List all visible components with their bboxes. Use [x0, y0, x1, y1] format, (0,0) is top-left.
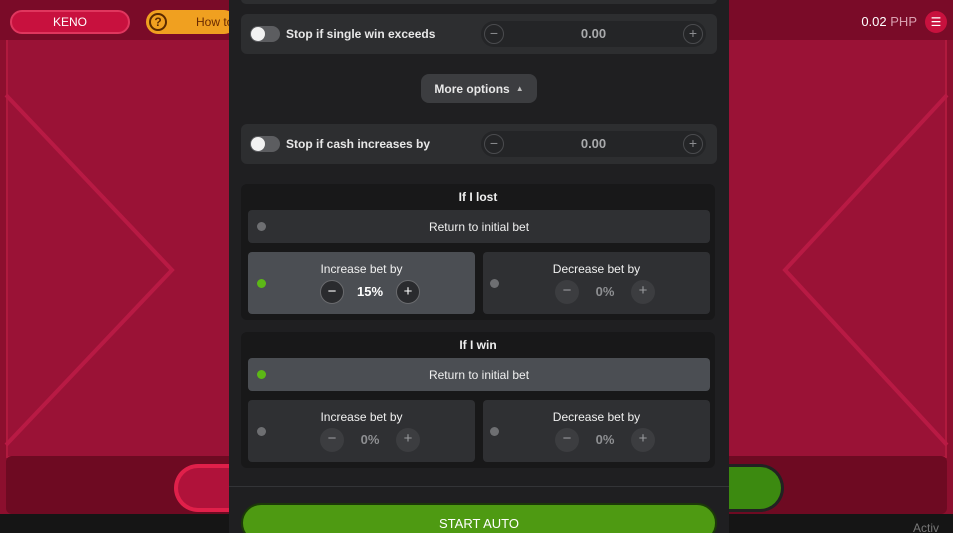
bet-button[interactable] [174, 464, 234, 512]
if-lost-section: If I lost Return to initial bet Increase… [241, 184, 715, 320]
if-win-decrease-stepper: − 0% + [555, 428, 655, 452]
if-lost-increase-option[interactable]: Increase bet by − 15% + [248, 252, 475, 314]
hamburger-icon: ☰ [930, 15, 942, 29]
if-win-increase-value[interactable]: 0% [346, 428, 394, 452]
balance-display: 0.02 PHP [861, 14, 917, 29]
divider [229, 486, 729, 487]
radio-dot [490, 279, 499, 288]
stop-cash-increase-value[interactable]: 0.00 [511, 131, 676, 157]
radio-dot [257, 427, 266, 436]
stop-single-win-toggle[interactable] [250, 26, 280, 42]
if-lost-return-label: Return to initial bet [428, 220, 530, 234]
decrease-icon[interactable]: − [320, 280, 344, 304]
auto-play-panel: Stop if single win exceeds − 0.00 + More… [229, 0, 729, 533]
if-lost-return-option[interactable]: Return to initial bet [248, 210, 710, 243]
increase-icon[interactable]: + [631, 428, 655, 452]
increase-icon[interactable]: + [631, 280, 655, 304]
if-lost-increase-value[interactable]: 15% [346, 280, 394, 304]
stop-single-win-label: Stop if single win exceeds [286, 27, 436, 41]
if-win-increase-label: Increase bet by [320, 410, 403, 424]
decrease-icon[interactable]: − [484, 24, 504, 44]
menu-button[interactable]: ☰ [925, 11, 947, 33]
balance-amount: 0.02 [861, 14, 887, 29]
if-win-section: If I win Return to initial bet Increase … [241, 332, 715, 468]
if-lost-title: If I lost [458, 190, 498, 204]
if-lost-decrease-option[interactable]: Decrease bet by − 0% + [483, 252, 710, 314]
if-lost-decrease-stepper: − 0% + [555, 280, 655, 304]
stop-single-win-stepper: − 0.00 + [481, 21, 706, 47]
increase-icon[interactable]: + [683, 24, 703, 44]
if-win-increase-stepper: − 0% + [320, 428, 420, 452]
start-auto-button[interactable]: START AUTO [241, 503, 717, 533]
if-lost-decrease-label: Decrease bet by [552, 262, 641, 276]
if-win-increase-option[interactable]: Increase bet by − 0% + [248, 400, 475, 462]
watermark: Activ [912, 521, 939, 533]
if-lost-increase-stepper: − 15% + [320, 280, 420, 304]
more-options-label: More options [434, 82, 510, 96]
stop-cash-increase-toggle[interactable] [250, 136, 280, 152]
stop-cash-increase-row: Stop if cash increases by − 0.00 + [241, 124, 717, 164]
if-win-decrease-value[interactable]: 0% [581, 428, 629, 452]
radio-dot [490, 427, 499, 436]
decrease-icon[interactable]: − [320, 428, 344, 452]
decrease-icon[interactable]: − [555, 280, 579, 304]
decrease-icon[interactable]: − [555, 428, 579, 452]
radio-dot-selected [257, 279, 266, 288]
previous-option-card [241, 0, 717, 4]
caret-up-icon: ▲ [515, 84, 524, 93]
increase-icon[interactable]: + [683, 134, 703, 154]
help-icon[interactable]: ? [149, 13, 167, 31]
if-win-decrease-option[interactable]: Decrease bet by − 0% + [483, 400, 710, 462]
balance-currency: PHP [890, 14, 917, 29]
increase-icon[interactable]: + [396, 280, 420, 304]
if-lost-decrease-value[interactable]: 0% [581, 280, 629, 304]
if-win-decrease-label: Decrease bet by [552, 410, 641, 424]
more-options-button[interactable]: More options ▲ [421, 74, 537, 103]
stop-cash-increase-label: Stop if cash increases by [286, 137, 431, 151]
if-lost-increase-label: Increase bet by [320, 262, 403, 276]
if-win-return-option[interactable]: Return to initial bet [248, 358, 710, 391]
stop-single-win-row: Stop if single win exceeds − 0.00 + [241, 14, 717, 54]
game-name-pill[interactable]: KENO [10, 10, 130, 34]
if-win-return-label: Return to initial bet [428, 368, 530, 382]
stop-single-win-value[interactable]: 0.00 [511, 21, 676, 47]
increase-icon[interactable]: + [396, 428, 420, 452]
stop-cash-increase-stepper: − 0.00 + [481, 131, 706, 157]
if-win-title: If I win [459, 338, 497, 352]
decrease-icon[interactable]: − [484, 134, 504, 154]
